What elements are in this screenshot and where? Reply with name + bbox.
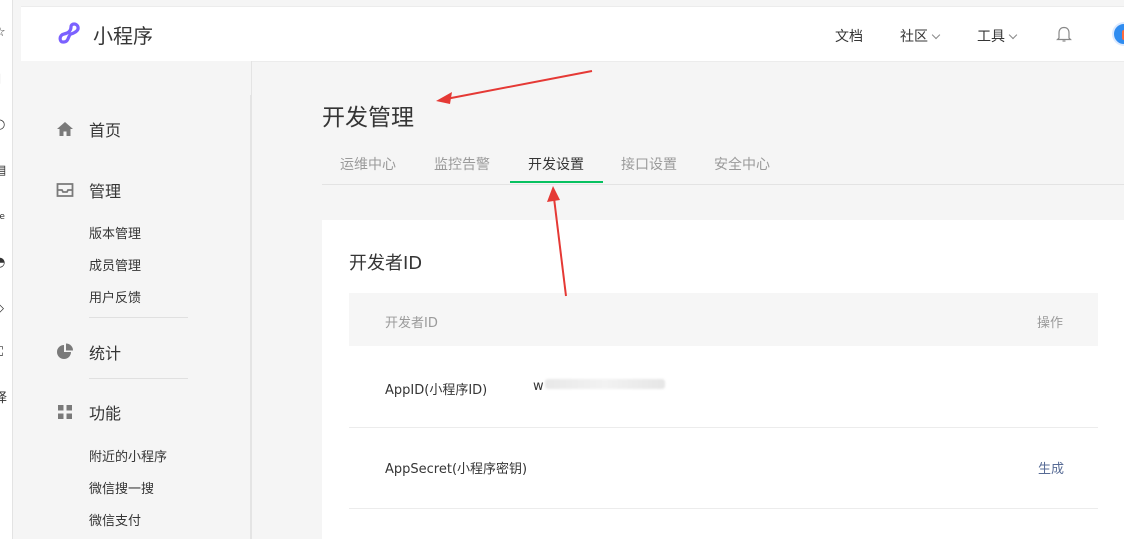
avatar[interactable] (1112, 22, 1124, 46)
sidebar-subitem-pay[interactable]: 微信支付 (89, 510, 141, 529)
tab-api-settings[interactable]: 接口设置 (621, 154, 677, 174)
search-icon[interactable]: ○ (0, 118, 10, 132)
nav-tools-label: 工具 (977, 29, 1005, 45)
cart-icon[interactable]: ⛶ (0, 346, 10, 360)
sidebar-subitem-nearby[interactable]: 附近的小程序 (89, 446, 167, 465)
generate-secret-link[interactable]: 生成 (1038, 458, 1064, 477)
sidebar-border (250, 95, 251, 539)
clipboard-icon[interactable]: ◇ (0, 302, 10, 316)
tab-monitoring[interactable]: 监控告警 (434, 154, 490, 174)
appid-value[interactable]: w (533, 379, 544, 394)
brand-name[interactable]: 小程序 (93, 20, 153, 49)
sidebar-subitem-version[interactable]: 版本管理 (89, 223, 141, 242)
sidebar: 首页 管理 版本管理 成员管理 用户反馈 统计 功能 附近的小程序 微信搜一搜 … (21, 61, 252, 539)
sidebar-subitem-search[interactable]: 微信搜一搜 (89, 478, 154, 497)
sidebar-item-label: 首页 (89, 121, 122, 140)
chevron-down-icon (1008, 30, 1018, 40)
appid-label: AppID(小程序ID) (385, 383, 488, 398)
home-icon (57, 122, 73, 136)
sidebar-item-label: 管理 (89, 182, 122, 201)
appsecret-label: AppSecret(小程序密钥) (385, 462, 528, 477)
column-header-name: 开发者ID (385, 316, 438, 331)
redacted-value (545, 379, 665, 389)
table-header: 开发者ID 操作 (349, 293, 1098, 346)
nav-community[interactable]: 社区 (900, 26, 941, 46)
tablet-icon[interactable]: ▯ (0, 72, 10, 86)
developer-id-card: 开发者ID 开发者ID 操作 AppID(小程序ID) w AppSecret(… (322, 220, 1124, 539)
live-icon[interactable]: ve (0, 210, 10, 224)
translate-icon[interactable]: 译 (0, 392, 10, 406)
tab-bar: 运维中心 监控告警 开发设置 接口设置 安全中心 (322, 146, 1124, 185)
active-tab-indicator (510, 181, 603, 183)
section-title: 开发者ID (349, 253, 423, 274)
bell-icon[interactable] (1056, 25, 1072, 43)
arrow-to-title (445, 70, 593, 100)
sidebar-subitem-feedback[interactable]: 用户反馈 (89, 287, 141, 306)
pie-chart-icon (57, 343, 73, 359)
page-title: 开发管理 (322, 105, 414, 131)
clock-icon[interactable]: ◔ (0, 256, 10, 270)
chevron-down-icon (931, 30, 941, 40)
nav-community-label: 社区 (900, 29, 928, 45)
column-header-action: 操作 (1037, 316, 1064, 331)
tab-operations[interactable]: 运维中心 (340, 154, 396, 174)
nav-docs[interactable]: 文档 (835, 26, 863, 46)
tab-dev-settings[interactable]: 开发设置 (528, 154, 584, 174)
table-row: AppID(小程序ID) w (349, 347, 1098, 428)
miniprogram-logo-icon[interactable] (57, 20, 85, 48)
sidebar-divider (89, 378, 188, 379)
table-row: AppSecret(小程序密钥) 生成 (349, 428, 1098, 509)
sidebar-divider (89, 317, 188, 318)
calendar-icon[interactable]: ▤ (0, 164, 10, 178)
star-icon[interactable]: ☆ (0, 26, 10, 40)
inbox-icon (56, 183, 74, 197)
nav-tools[interactable]: 工具 (977, 26, 1018, 46)
arrow-head-icon (547, 186, 560, 202)
top-navigation-bar: 小程序 文档 社区 工具 (21, 6, 1124, 62)
arrow-head-icon (436, 92, 452, 104)
sidebar-item-label: 功能 (89, 404, 122, 423)
sidebar-subitem-members[interactable]: 成员管理 (89, 255, 141, 274)
tab-security[interactable]: 安全中心 (714, 154, 770, 174)
browser-side-toolbar: ☆ ▯ ○ ▤ ve ◔ ◇ ⛶ 译 (0, 0, 13, 539)
sidebar-item-label: 统计 (89, 344, 122, 363)
grid-icon (58, 405, 72, 419)
